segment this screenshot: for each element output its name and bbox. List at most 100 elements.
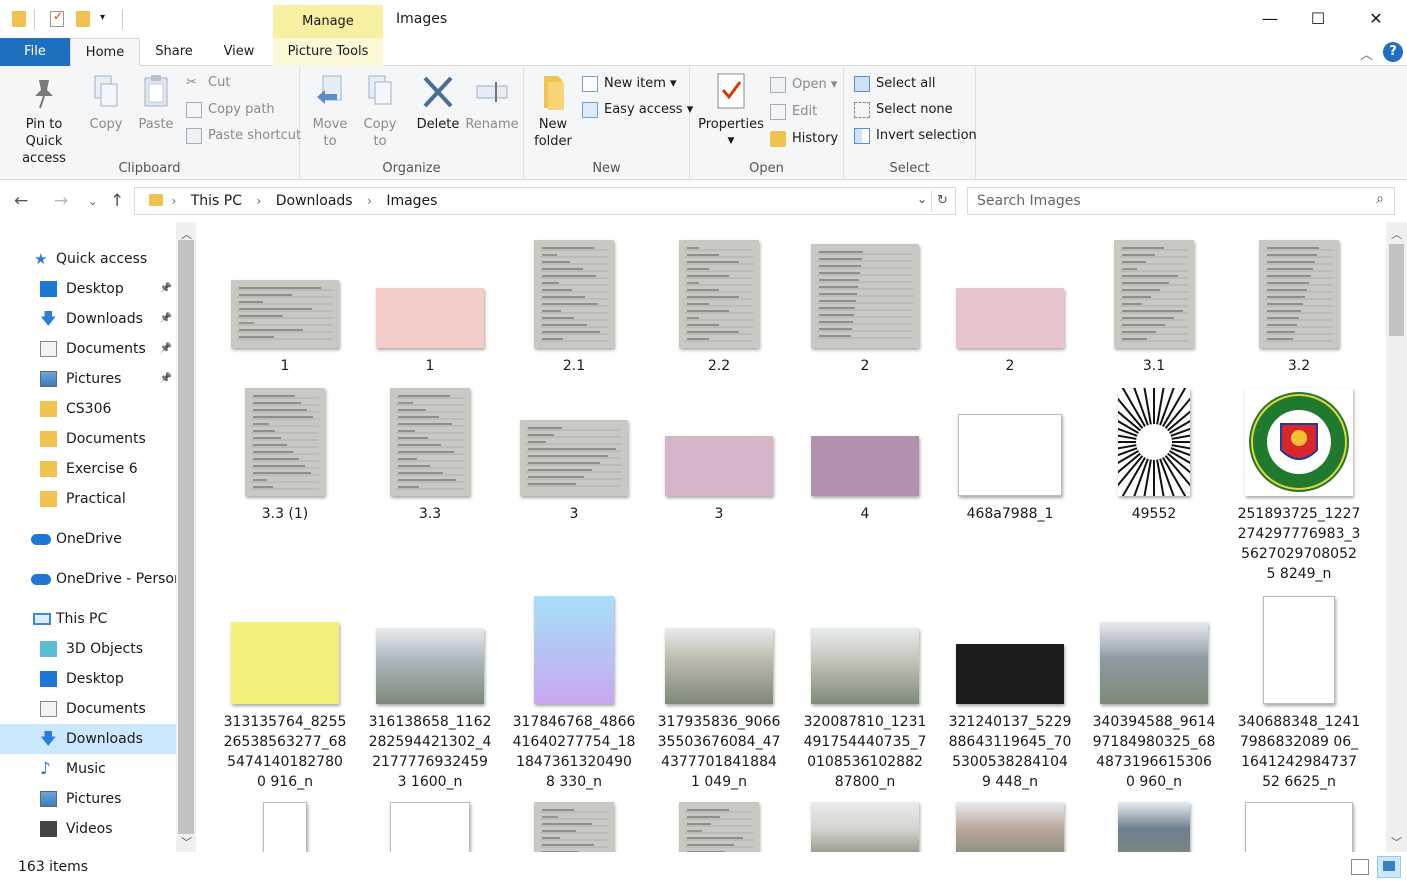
notebook-page-thumbnail[interactable] — [534, 802, 614, 852]
nav-onedrive[interactable]: OneDrive — [0, 524, 176, 554]
properties-button[interactable]: Properties ▼ — [698, 72, 764, 150]
document-thumbnail[interactable] — [1245, 802, 1353, 852]
copy-to-button[interactable]: Copy to — [358, 72, 402, 150]
color-swatch-thumbnail[interactable] — [956, 288, 1064, 348]
photo-thumbnail[interactable] — [665, 628, 773, 704]
color-swatch-thumbnail[interactable] — [231, 622, 339, 704]
pin-icon[interactable]: 📌 — [160, 334, 172, 364]
history-button[interactable]: History — [770, 128, 838, 150]
copy-path-button[interactable]: Copy path — [186, 99, 275, 121]
manage-tab[interactable]: Manage — [273, 5, 383, 38]
cut-button[interactable]: ✂ Cut — [186, 72, 230, 94]
document-thumbnail[interactable] — [390, 802, 470, 852]
nav-item[interactable]: ♪ Music — [0, 754, 176, 784]
file-name-label[interactable]: 2.2 — [657, 356, 781, 376]
nav-item[interactable]: Practical — [0, 484, 176, 514]
nav-item[interactable]: Pictures — [0, 784, 176, 814]
university-seal-thumbnail[interactable] — [1245, 388, 1353, 496]
address-dropdown-icon[interactable]: ⌄ — [917, 192, 927, 206]
nav-this-pc[interactable]: This PC — [0, 604, 176, 634]
large-icons-view-icon[interactable] — [1377, 856, 1401, 878]
nav-item[interactable]: 🡇 Downloads 📌 — [0, 304, 176, 334]
nav-item[interactable]: Desktop — [0, 664, 176, 694]
photo-thumbnail[interactable] — [811, 802, 919, 852]
photo-thumbnail[interactable] — [1118, 802, 1190, 852]
document-thumbnail[interactable] — [958, 414, 1062, 496]
notebook-page-thumbnail[interactable] — [1259, 240, 1339, 348]
notebook-page-thumbnail[interactable] — [679, 240, 759, 348]
nav-item[interactable]: Desktop 📌 — [0, 274, 176, 304]
new-folder-button[interactable]: New folder — [530, 72, 576, 150]
document-thumbnail[interactable] — [1263, 596, 1335, 704]
file-name-label[interactable]: 3 — [657, 504, 781, 524]
file-name-label[interactable]: 2 — [803, 356, 927, 376]
file-name-label[interactable]: 321240137_522988643119645_70530053828410… — [948, 712, 1072, 792]
nav-onedrive-personal[interactable]: OneDrive - Person — [0, 564, 183, 594]
file-name-label[interactable]: 317935836_906635503676084_47437770184188… — [657, 712, 781, 792]
notebook-page-thumbnail[interactable] — [679, 802, 759, 852]
nav-item[interactable]: Documents — [0, 694, 176, 724]
photo-thumbnail[interactable] — [811, 628, 919, 704]
color-swatch-thumbnail[interactable] — [811, 436, 919, 496]
file-name-label[interactable]: 317846768_486641640277754_18184736132049… — [512, 712, 636, 792]
select-all-button[interactable]: Select all — [854, 73, 935, 95]
select-none-button[interactable]: Select none — [854, 99, 953, 121]
tab-view[interactable]: View — [208, 38, 270, 66]
nav-item[interactable]: Documents 📌 — [0, 334, 176, 364]
color-swatch-thumbnail[interactable] — [665, 436, 773, 496]
photo-thumbnail[interactable] — [956, 802, 1064, 852]
file-name-label[interactable]: 1 — [223, 356, 347, 376]
easy-access-button[interactable]: Easy access ▾ — [582, 99, 693, 121]
file-name-label[interactable]: 3 — [512, 504, 636, 524]
file-name-label[interactable]: 3.3 (1) — [223, 504, 347, 524]
nav-item[interactable]: Documents — [0, 424, 176, 454]
file-name-label[interactable]: 316138658_1162282594421302_4217777693245… — [368, 712, 492, 792]
file-name-label[interactable]: 2.1 — [512, 356, 636, 376]
tab-picture-tools[interactable]: Picture Tools — [273, 38, 383, 66]
notebook-page-thumbnail[interactable] — [811, 244, 919, 348]
refresh-icon[interactable]: ↻ — [931, 190, 953, 212]
gradient-thumbnail[interactable] — [534, 596, 614, 704]
content-scrollbar[interactable]: ︿ ﹀ — [1386, 222, 1407, 852]
pin-quick-access-button[interactable]: Pin to Quick access — [6, 72, 82, 167]
file-name-label[interactable]: 3.3 — [368, 504, 492, 524]
new-folder-quick-icon[interactable] — [76, 11, 90, 27]
file-name-label[interactable]: 251893725_1227274297776983_3562702970805… — [1237, 504, 1361, 584]
paste-button[interactable]: Paste — [134, 72, 178, 133]
notebook-page-thumbnail[interactable] — [231, 280, 339, 348]
scrollbar-thumb[interactable] — [1389, 244, 1404, 336]
search-input[interactable]: Search Images ⌕ — [967, 187, 1395, 215]
scroll-down-icon[interactable]: ﹀ — [1391, 834, 1402, 850]
crumb-this-pc[interactable]: This PC — [185, 193, 248, 209]
back-arrow-icon[interactable]: ← — [14, 191, 28, 211]
pin-icon[interactable]: 📌 — [160, 274, 172, 304]
open-button[interactable]: Open ▾ — [770, 74, 837, 96]
notebook-page-thumbnail[interactable] — [390, 388, 470, 496]
scrollbar-thumb[interactable] — [178, 240, 194, 834]
move-to-button[interactable]: Move to — [308, 72, 352, 150]
file-name-label[interactable]: 1 — [368, 356, 492, 376]
file-name-label[interactable]: 49552 — [1092, 504, 1216, 524]
tab-share[interactable]: Share — [142, 38, 206, 66]
customize-quick-access-icon[interactable]: ▾ — [100, 12, 105, 23]
photo-thumbnail[interactable] — [376, 628, 484, 704]
color-swatch-thumbnail[interactable] — [956, 644, 1064, 704]
nav-quick-access[interactable]: ★ Quick access — [0, 244, 176, 274]
invert-selection-button[interactable]: Invert selection — [854, 125, 977, 147]
photo-thumbnail[interactable] — [1100, 622, 1208, 704]
file-name-label[interactable]: 340688348_12417986832089 06_164124298473… — [1237, 712, 1361, 792]
book-cover-thumbnail[interactable] — [1064, 352, 1244, 532]
edit-button[interactable]: Edit — [770, 101, 817, 123]
crumb-images[interactable]: Images — [380, 193, 443, 209]
help-button[interactable]: ? — [1383, 42, 1403, 62]
tab-home[interactable]: Home — [70, 38, 140, 67]
pin-icon[interactable]: 📌 — [160, 364, 172, 394]
new-item-button[interactable]: New item ▾ — [582, 73, 677, 95]
nav-item[interactable]: CS306 — [0, 394, 176, 424]
scroll-up-icon[interactable]: ︿ — [1391, 226, 1402, 242]
paste-shortcut-button[interactable]: Paste shortcut — [186, 125, 301, 147]
file-name-label[interactable]: 4 — [803, 504, 927, 524]
collapse-ribbon-icon[interactable]: ︿ — [1360, 44, 1373, 63]
close-button[interactable]: ✕ — [1353, 0, 1399, 38]
rename-button[interactable]: Rename — [464, 72, 520, 133]
